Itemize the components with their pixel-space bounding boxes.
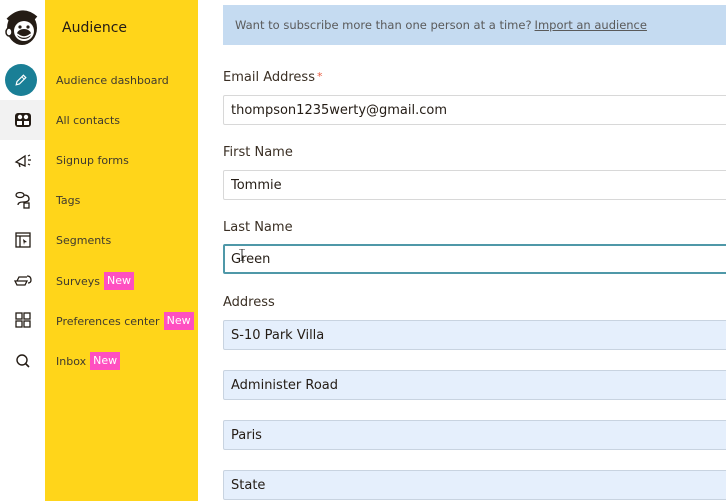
rail-audience[interactable] bbox=[0, 100, 45, 140]
website-pages-icon bbox=[14, 232, 31, 248]
nav-all-contacts[interactable]: All contacts bbox=[56, 110, 120, 130]
nav-label: Audience dashboard bbox=[56, 73, 169, 87]
nav-label: Signup forms bbox=[56, 153, 129, 167]
import-banner: Want to subscribe more than one person a… bbox=[223, 5, 726, 45]
first-name-label: First Name bbox=[223, 145, 293, 160]
pencil-icon bbox=[15, 74, 27, 86]
banner-text: Want to subscribe more than one person a… bbox=[235, 18, 532, 32]
rail-website[interactable] bbox=[0, 220, 45, 260]
mailchimp-logo-icon[interactable] bbox=[2, 6, 42, 48]
nav-label: Inbox bbox=[56, 354, 87, 368]
email-label-text: Email Address bbox=[223, 70, 315, 85]
nav-label: Surveys bbox=[56, 274, 100, 288]
content-integrations-icon bbox=[13, 275, 32, 286]
create-button[interactable] bbox=[5, 64, 37, 96]
nav-segments[interactable]: Segments bbox=[56, 230, 111, 250]
address-line1-field[interactable] bbox=[223, 320, 726, 350]
icon-rail bbox=[0, 0, 45, 501]
rail-search[interactable] bbox=[0, 341, 45, 381]
nav-signup-forms[interactable]: Signup forms bbox=[56, 150, 129, 170]
rail-campaigns[interactable] bbox=[0, 140, 45, 180]
new-badge: New bbox=[163, 312, 194, 330]
nav-label: Segments bbox=[56, 233, 112, 247]
nav-label: Preferences center bbox=[56, 314, 160, 328]
new-badge: New bbox=[90, 352, 121, 370]
nav-tags[interactable]: Tags bbox=[56, 190, 80, 210]
nav-audience-dashboard[interactable]: Audience dashboard bbox=[56, 70, 169, 90]
new-badge: New bbox=[104, 272, 134, 290]
search-icon bbox=[15, 354, 30, 368]
grid-apps-icon bbox=[14, 312, 31, 328]
nav-label: Tags bbox=[56, 193, 81, 207]
nav-inbox[interactable]: Inbox New bbox=[56, 351, 121, 371]
email-field[interactable] bbox=[223, 95, 726, 125]
rail-apps[interactable] bbox=[0, 300, 45, 340]
address-label: Address bbox=[223, 295, 275, 310]
last-name-label: Last Name bbox=[223, 220, 293, 235]
rail-content[interactable] bbox=[0, 260, 45, 300]
address-line2-field[interactable] bbox=[223, 370, 726, 400]
first-name-field[interactable] bbox=[223, 170, 726, 200]
last-name-field[interactable] bbox=[223, 244, 726, 274]
city-field[interactable] bbox=[223, 420, 726, 450]
required-mark: * bbox=[316, 70, 323, 83]
megaphone-campaigns-icon bbox=[14, 154, 31, 168]
automations-icon bbox=[14, 191, 30, 209]
audience-sidebar: Audience Audience dashboard All contacts… bbox=[45, 0, 198, 501]
import-audience-link[interactable]: Import an audience bbox=[535, 18, 647, 32]
nav-surveys[interactable]: Surveys New bbox=[56, 271, 134, 291]
email-label: Email Address * bbox=[223, 70, 322, 85]
add-contact-form: Want to subscribe more than one person a… bbox=[198, 0, 726, 501]
audience-contacts-icon bbox=[14, 113, 31, 127]
sidebar-title: Audience bbox=[62, 20, 128, 36]
state-field[interactable] bbox=[223, 470, 726, 500]
rail-automations[interactable] bbox=[0, 180, 45, 220]
nav-preferences-center[interactable]: Preferences center New bbox=[56, 311, 194, 331]
nav-label: All contacts bbox=[56, 113, 121, 127]
